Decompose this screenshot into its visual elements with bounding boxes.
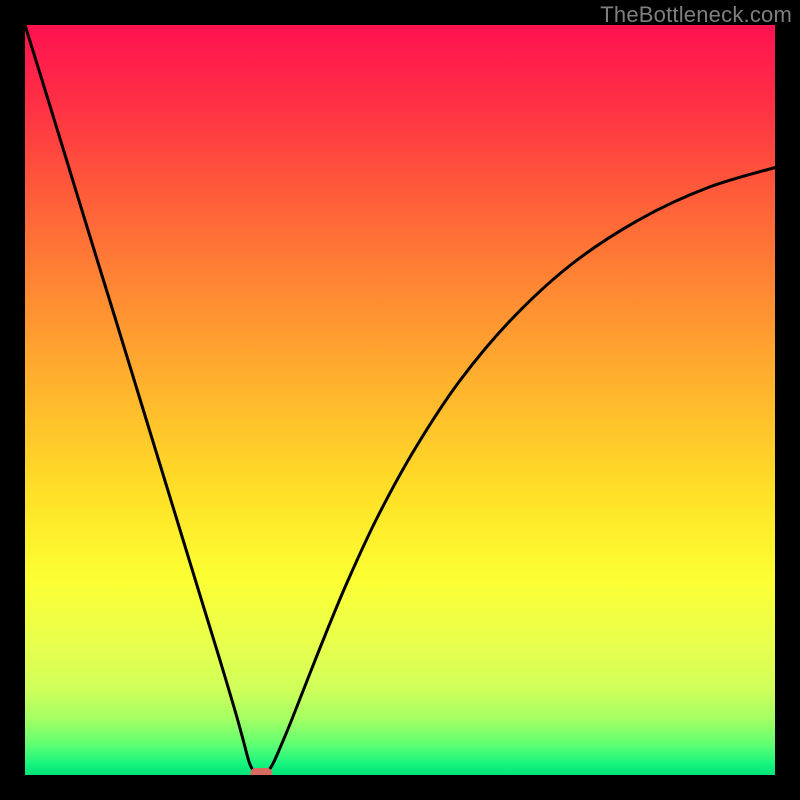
minimum-marker <box>250 768 272 775</box>
plot-area <box>25 25 775 775</box>
gradient-background <box>25 25 775 775</box>
chart-svg <box>25 25 775 775</box>
watermark-text: TheBottleneck.com <box>600 2 792 28</box>
chart-frame: TheBottleneck.com <box>0 0 800 800</box>
